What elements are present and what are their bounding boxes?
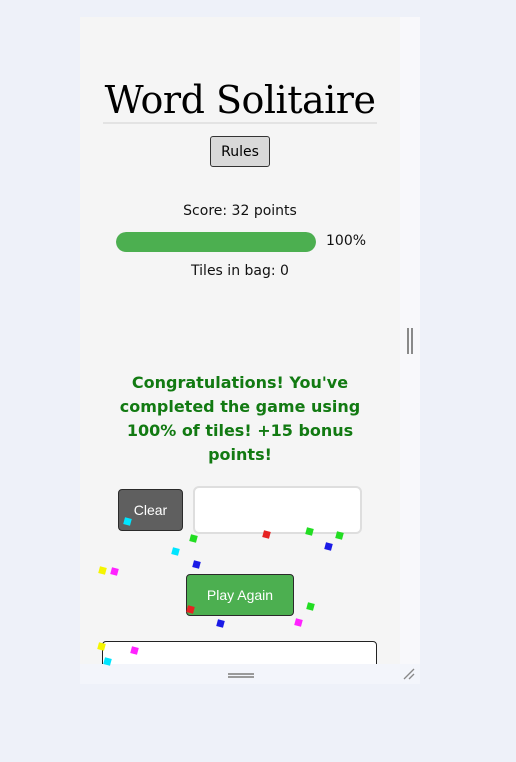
play-again-button[interactable]: Play Again xyxy=(186,574,294,616)
resize-corner-icon[interactable] xyxy=(403,668,415,680)
score-text: Score: 32 points xyxy=(183,203,297,219)
congrats-message: Congratulations! You've completed the ga… xyxy=(119,373,361,464)
drag-handle-icon[interactable] xyxy=(228,673,254,678)
rules-button[interactable]: Rules xyxy=(210,136,270,167)
progress-bar xyxy=(116,232,316,252)
progress-fill xyxy=(116,232,316,252)
word-input[interactable] xyxy=(193,486,362,534)
progress-percent: 100% xyxy=(326,233,367,249)
game-title: Word Solitaire xyxy=(103,78,377,124)
scroll-grip-icon[interactable] xyxy=(407,328,413,354)
tiles-in-bag: Tiles in bag: 0 xyxy=(191,263,289,279)
